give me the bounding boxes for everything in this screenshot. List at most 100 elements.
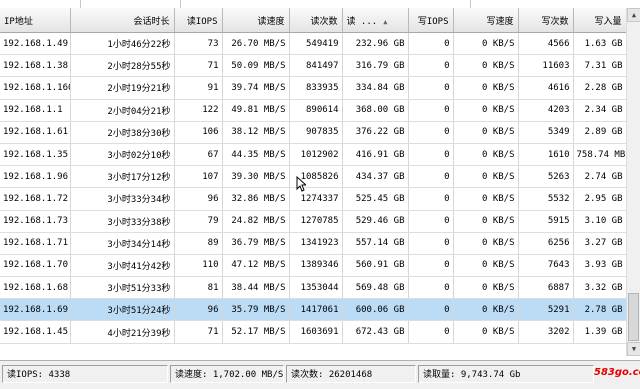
table-row[interactable]: 192.168.1.45 4小时21分39秒 71 52.17 MB/S 1603691… xyxy=(0,320,626,344)
column-header[interactable]: 读速度 xyxy=(222,8,290,33)
table-cell: 96 xyxy=(174,298,223,322)
table-cell: 11603 xyxy=(518,54,574,78)
table-cell: 2.95 GB xyxy=(573,187,626,211)
table-cell: 192.168.1.72 xyxy=(0,187,71,211)
scroll-down-arrow-icon[interactable]: ▼ xyxy=(627,342,640,356)
column-header[interactable]: 读IOPS xyxy=(174,8,223,33)
column-header[interactable]: 写入量 xyxy=(573,8,626,33)
table-cell: 0 KB/S xyxy=(453,210,519,233)
table-cell: 38.44 MB/S xyxy=(222,276,290,300)
table-cell: 1.63 GB xyxy=(573,32,626,56)
sort-ascending-icon: ▲ xyxy=(383,17,388,26)
column-header[interactable]: 写次数 xyxy=(518,8,574,33)
table-cell: 0 xyxy=(408,298,454,322)
column-header[interactable]: 会话时长 xyxy=(70,8,175,33)
table-cell: 110 xyxy=(174,254,223,278)
table-row[interactable]: 192.168.1.70 3小时41分42秒 110 47.12 MB/S 138934… xyxy=(0,254,626,278)
table-cell: 890614 xyxy=(289,99,343,122)
table-cell: 334.84 GB xyxy=(342,76,409,100)
table-cell: 32.86 MB/S xyxy=(222,187,290,211)
table-row[interactable]: 192.168.1.61 2小时38分30秒 106 38.12 MB/S 907835… xyxy=(0,121,626,144)
table-cell: 36.79 MB/S xyxy=(222,232,290,255)
table-cell: 3.27 GB xyxy=(573,232,626,255)
table-row[interactable]: 192.168.1.49 1小时46分22秒 73 26.70 MB/S 549419 2… xyxy=(0,32,626,56)
table-cell: 26.70 MB/S xyxy=(222,32,290,56)
table-cell: 0 KB/S xyxy=(453,276,519,300)
table-row[interactable]: 192.168.1.160 2小时19分21秒 91 39.74 MB/S 833935… xyxy=(0,76,626,100)
table-cell: 376.22 GB xyxy=(342,121,409,144)
table-cell: 3小时34分14秒 xyxy=(70,232,175,255)
table-cell: 192.168.1.160 xyxy=(0,76,71,100)
table-cell: 0 xyxy=(408,121,454,144)
session-table: IP地址 会话时长 读IOPS 读速度 读次数读 ... ▲ 写IOPS 写速度 写次数 写入量 … xyxy=(0,8,626,356)
table-cell: 0 KB/S xyxy=(453,298,519,322)
vertical-scrollbar[interactable]: ▲ ▼ xyxy=(626,8,640,356)
table-cell: 91 xyxy=(174,76,223,100)
table-cell: 2小时04分21秒 xyxy=(70,99,175,122)
table-cell: 5291 xyxy=(518,298,574,322)
table-cell: 192.168.1.96 xyxy=(0,165,71,189)
table-cell: 1.39 GB xyxy=(573,320,626,344)
table-cell: 1603691 xyxy=(289,320,343,344)
table-cell: 47.12 MB/S xyxy=(222,254,290,278)
table-cell: 5532 xyxy=(518,187,574,211)
table-cell: 907835 xyxy=(289,121,343,144)
table-cell: 841497 xyxy=(289,54,343,78)
table-row[interactable]: 192.168.1.69 3小时51分24秒 96 35.79 MB/S 1417061… xyxy=(0,298,626,322)
table-cell: 6887 xyxy=(518,276,574,300)
table-cell: 0 xyxy=(408,232,454,255)
table-row[interactable]: 192.168.1.71 3小时34分14秒 89 36.79 MB/S 1341923… xyxy=(0,232,626,255)
table-cell: 96 xyxy=(174,187,223,211)
table-cell: 1012902 xyxy=(289,143,343,167)
table-row[interactable]: 192.168.1.68 3小时51分33秒 81 38.44 MB/S 1353044… xyxy=(0,276,626,300)
table-cell: 39.30 MB/S xyxy=(222,165,290,189)
table-cell: 1417061 xyxy=(289,298,343,322)
table-cell: 39.74 MB/S xyxy=(222,76,290,100)
table-cell: 569.48 GB xyxy=(342,276,409,300)
table-cell: 0 xyxy=(408,276,454,300)
table-cell: 758.74 MB xyxy=(573,143,626,167)
table-cell: 3小时33分38秒 xyxy=(70,210,175,233)
table-cell: 2.89 GB xyxy=(573,121,626,144)
table-cell: 368.00 GB xyxy=(342,99,409,122)
table-cell: 192.168.1.73 xyxy=(0,210,71,233)
table-cell: 2小时19分21秒 xyxy=(70,76,175,100)
table-cell: 192.168.1.68 xyxy=(0,276,71,300)
status-read-iops: 读IOPS: 4338 xyxy=(2,365,168,383)
table-cell: 192.168.1.45 xyxy=(0,320,71,344)
mouse-cursor-icon xyxy=(296,176,306,192)
table-cell: 3202 xyxy=(518,320,574,344)
column-header[interactable]: IP地址 xyxy=(0,8,71,33)
table-cell: 0 KB/S xyxy=(453,121,519,144)
table-cell: 0 xyxy=(408,165,454,189)
table-cell: 416.91 GB xyxy=(342,143,409,167)
table-cell: 3小时51分33秒 xyxy=(70,276,175,300)
table-row[interactable]: 192.168.1.1 2小时04分21秒 122 49.81 MB/S 890614 3… xyxy=(0,99,626,122)
table-cell: 4203 xyxy=(518,99,574,122)
table-cell: 6256 xyxy=(518,232,574,255)
scroll-thumb[interactable] xyxy=(628,293,639,341)
table-row[interactable]: 192.168.1.73 3小时33分38秒 79 24.82 MB/S 1270785… xyxy=(0,210,626,233)
table-cell: 560.91 GB xyxy=(342,254,409,278)
table-cell: 2.78 GB xyxy=(573,298,626,322)
column-header[interactable]: 写IOPS xyxy=(408,8,454,33)
scroll-up-arrow-icon[interactable]: ▲ xyxy=(627,8,640,22)
column-header[interactable]: 读次数 xyxy=(289,8,343,33)
table-cell: 122 xyxy=(174,99,223,122)
table-cell: 81 xyxy=(174,276,223,300)
column-header[interactable]: 读 ... ▲ xyxy=(342,8,409,33)
table-row[interactable]: 192.168.1.72 3小时33分34秒 96 32.86 MB/S 1274337… xyxy=(0,187,626,211)
table-cell: 73 xyxy=(174,32,223,56)
table-row[interactable]: 192.168.1.38 2小时28分55秒 71 50.09 MB/S 841497 3… xyxy=(0,54,626,78)
table-cell: 672.43 GB xyxy=(342,320,409,344)
status-bar: 读IOPS: 4338 读速度: 1,702.00 MB/S 读次数: 2620… xyxy=(0,360,640,389)
table-cell: 192.168.1.61 xyxy=(0,121,71,144)
table-cell: 192.168.1.35 xyxy=(0,143,71,167)
table-cell: 44.35 MB/S xyxy=(222,143,290,167)
table-row[interactable]: 192.168.1.96 3小时17分12秒 107 39.30 MB/S 108582… xyxy=(0,165,626,189)
table-cell: 192.168.1.49 xyxy=(0,32,71,56)
table-cell: 192.168.1.70 xyxy=(0,254,71,278)
column-header[interactable]: 写速度 xyxy=(453,8,519,33)
table-row[interactable]: 192.168.1.35 3小时02分10秒 67 44.35 MB/S 1012902… xyxy=(0,143,626,167)
table-cell: 0 KB/S xyxy=(453,32,519,56)
